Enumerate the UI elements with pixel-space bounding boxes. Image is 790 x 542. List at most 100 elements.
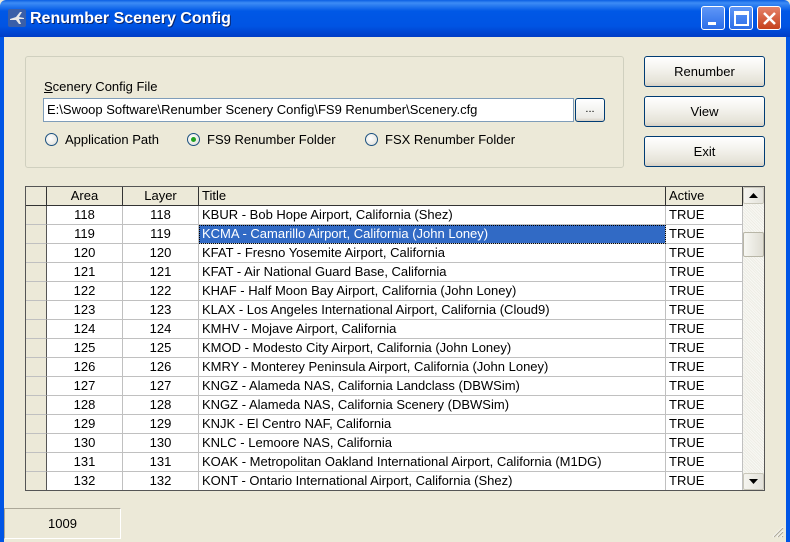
cell-active[interactable]: TRUE	[666, 396, 743, 415]
cell-area[interactable]: 118	[47, 206, 123, 225]
browse-button[interactable]: ...	[575, 98, 605, 122]
cell-area[interactable]: 132	[47, 472, 123, 490]
cell-title[interactable]: KHAF - Half Moon Bay Airport, California…	[199, 282, 666, 301]
cell-layer[interactable]: 129	[123, 415, 199, 434]
row-selector[interactable]	[26, 377, 47, 396]
table-row[interactable]: 128 128 KNGZ - Alameda NAS, California Sce…	[26, 396, 743, 415]
header-area[interactable]: Area	[47, 187, 123, 206]
header-title[interactable]: Title	[199, 187, 666, 206]
radio-fsx-renumber-folder[interactable]: FSX Renumber Folder	[365, 131, 515, 147]
table-row[interactable]: 124 124 KMHV - Mojave Airport, California T…	[26, 320, 743, 339]
cell-active[interactable]: TRUE	[666, 320, 743, 339]
row-selector[interactable]	[26, 244, 47, 263]
cell-active[interactable]: TRUE	[666, 301, 743, 320]
cell-title[interactable]: KBUR - Bob Hope Airport, California (She…	[199, 206, 666, 225]
cell-layer[interactable]: 122	[123, 282, 199, 301]
table-row[interactable]: 127 127 KNGZ - Alameda NAS, California Lan…	[26, 377, 743, 396]
cell-layer[interactable]: 132	[123, 472, 199, 490]
cell-title[interactable]: KNJK - El Centro NAF, California	[199, 415, 666, 434]
cell-title[interactable]: KMRY - Monterey Peninsula Airport, Calif…	[199, 358, 666, 377]
cell-active[interactable]: TRUE	[666, 453, 743, 472]
table-row[interactable]: 121 121 KFAT - Air National Guard Base, Ca…	[26, 263, 743, 282]
cell-area[interactable]: 120	[47, 244, 123, 263]
resize-grip-icon[interactable]	[770, 524, 784, 538]
header-active[interactable]: Active	[666, 187, 743, 206]
cell-active[interactable]: TRUE	[666, 434, 743, 453]
cell-area[interactable]: 129	[47, 415, 123, 434]
table-row[interactable]: 132 132 KONT - Ontario International Airpo…	[26, 472, 743, 490]
cell-title[interactable]: KFAT - Fresno Yosemite Airport, Californ…	[199, 244, 666, 263]
scroll-down-button[interactable]	[743, 473, 764, 490]
cell-layer[interactable]: 123	[123, 301, 199, 320]
scroll-thumb[interactable]	[743, 232, 764, 257]
renumber-button[interactable]: Renumber	[644, 56, 765, 87]
cell-layer[interactable]: 125	[123, 339, 199, 358]
close-button[interactable]	[757, 6, 781, 30]
cell-title[interactable]: KMHV - Mojave Airport, California	[199, 320, 666, 339]
cell-layer[interactable]: 124	[123, 320, 199, 339]
scenery-grid[interactable]: Area Layer Title Active 118 118 KBUR - Bob…	[25, 186, 765, 491]
cell-area[interactable]: 126	[47, 358, 123, 377]
row-selector[interactable]	[26, 225, 47, 244]
table-row[interactable]: 126 126 KMRY - Monterey Peninsula Airport,…	[26, 358, 743, 377]
row-selector[interactable]	[26, 396, 47, 415]
cell-area[interactable]: 125	[47, 339, 123, 358]
cell-title[interactable]: KNLC - Lemoore NAS, California	[199, 434, 666, 453]
radio-fs9-renumber-folder[interactable]: FS9 Renumber Folder	[187, 131, 336, 147]
cell-active[interactable]: TRUE	[666, 263, 743, 282]
table-row[interactable]: 125 125 KMOD - Modesto City Airport, Calif…	[26, 339, 743, 358]
table-row[interactable]: 118 118 KBUR - Bob Hope Airport, Californi…	[26, 206, 743, 225]
cell-title[interactable]: KNGZ - Alameda NAS, California Landclass…	[199, 377, 666, 396]
row-selector[interactable]	[26, 339, 47, 358]
title-bar[interactable]: Renumber Scenery Config	[0, 0, 790, 37]
table-row[interactable]: 129 129 KNJK - El Centro NAF, California TR…	[26, 415, 743, 434]
cell-layer[interactable]: 127	[123, 377, 199, 396]
cell-area[interactable]: 121	[47, 263, 123, 282]
cell-active[interactable]: TRUE	[666, 358, 743, 377]
table-row[interactable]: 123 123 KLAX - Los Angeles International A…	[26, 301, 743, 320]
cell-active[interactable]: TRUE	[666, 472, 743, 490]
scenery-config-path-input[interactable]: E:\Swoop Software\Renumber Scenery Confi…	[43, 98, 574, 122]
cell-title[interactable]: KLAX - Los Angeles International Airport…	[199, 301, 666, 320]
row-selector[interactable]	[26, 320, 47, 339]
cell-active[interactable]: TRUE	[666, 282, 743, 301]
cell-layer[interactable]: 119	[123, 225, 199, 244]
maximize-button[interactable]	[729, 6, 753, 30]
cell-active[interactable]: TRUE	[666, 244, 743, 263]
table-row[interactable]: 131 131 KOAK - Metropolitan Oakland Intern…	[26, 453, 743, 472]
radio-dot[interactable]	[365, 132, 378, 146]
cell-title[interactable]: KCMA - Camarillo Airport, California (Jo…	[199, 225, 666, 244]
table-row[interactable]: 130 130 KNLC - Lemoore NAS, California TRUE	[26, 434, 743, 453]
cell-area[interactable]: 122	[47, 282, 123, 301]
cell-area[interactable]: 128	[47, 396, 123, 415]
radio-application-path[interactable]: Application Path	[45, 131, 159, 147]
cell-active[interactable]: TRUE	[666, 225, 743, 244]
exit-button[interactable]: Exit	[644, 136, 765, 167]
cell-layer[interactable]: 120	[123, 244, 199, 263]
cell-area[interactable]: 130	[47, 434, 123, 453]
minimize-button[interactable]	[701, 6, 725, 30]
row-selector[interactable]	[26, 472, 47, 490]
row-selector[interactable]	[26, 263, 47, 282]
cell-area[interactable]: 123	[47, 301, 123, 320]
table-row[interactable]: 120 120 KFAT - Fresno Yosemite Airport, Ca…	[26, 244, 743, 263]
cell-active[interactable]: TRUE	[666, 415, 743, 434]
cell-active[interactable]: TRUE	[666, 206, 743, 225]
cell-layer[interactable]: 130	[123, 434, 199, 453]
cell-area[interactable]: 131	[47, 453, 123, 472]
radio-dot[interactable]	[45, 132, 58, 146]
cell-active[interactable]: TRUE	[666, 339, 743, 358]
header-layer[interactable]: Layer	[123, 187, 199, 206]
cell-title[interactable]: KFAT - Air National Guard Base, Californ…	[199, 263, 666, 282]
cell-area[interactable]: 127	[47, 377, 123, 396]
cell-title[interactable]: KMOD - Modesto City Airport, California …	[199, 339, 666, 358]
row-selector[interactable]	[26, 415, 47, 434]
cell-title[interactable]: KONT - Ontario International Airport, Ca…	[199, 472, 666, 490]
scroll-up-button[interactable]	[743, 187, 764, 204]
cell-title[interactable]: KOAK - Metropolitan Oakland Internationa…	[199, 453, 666, 472]
cell-layer[interactable]: 118	[123, 206, 199, 225]
table-row[interactable]: 122 122 KHAF - Half Moon Bay Airport, Cali…	[26, 282, 743, 301]
row-selector[interactable]	[26, 358, 47, 377]
cell-area[interactable]: 119	[47, 225, 123, 244]
row-selector[interactable]	[26, 434, 47, 453]
